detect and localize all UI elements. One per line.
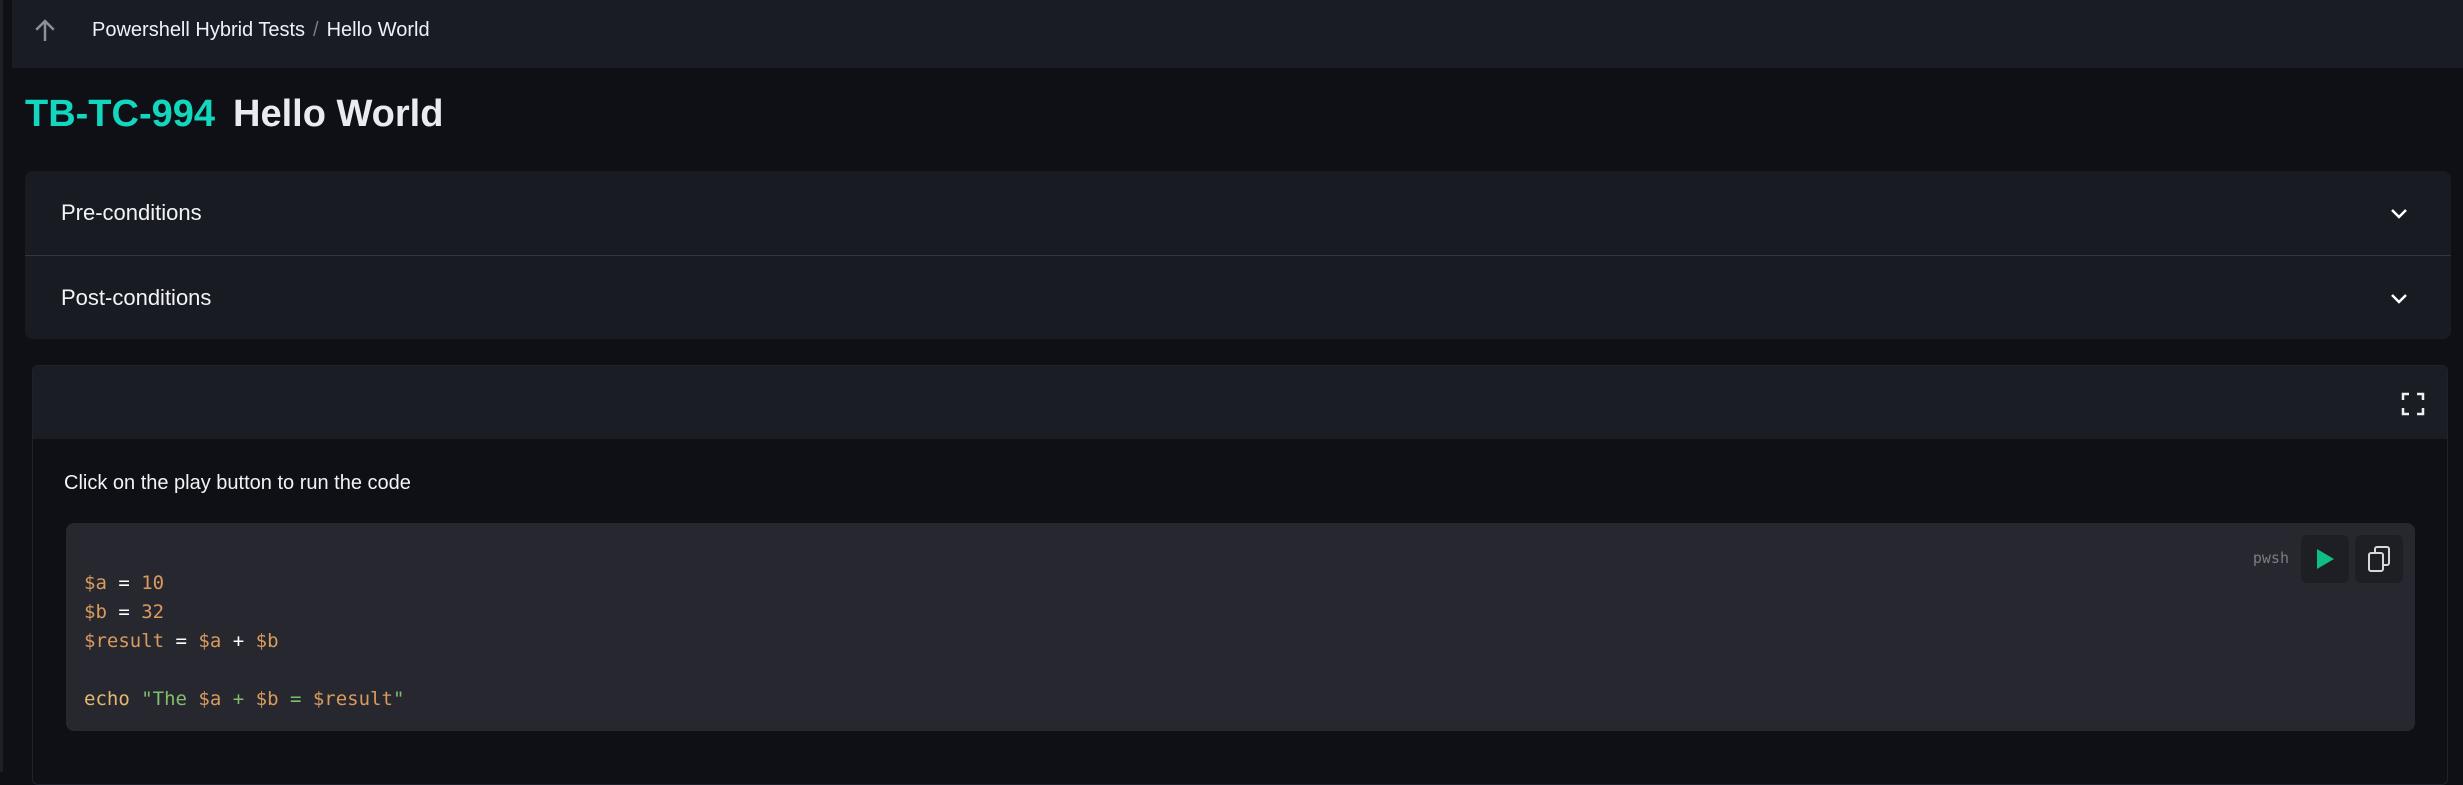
- test-case-id: TB-TC-994: [25, 93, 216, 135]
- top-bar: Powershell Hybrid Tests / Hello World: [12, 0, 2463, 68]
- left-border: [0, 0, 3, 772]
- run-hint: Click on the play button to run the code: [64, 472, 411, 494]
- breadcrumb-current: Hello World: [326, 19, 430, 41]
- chevron-down-icon: [2391, 294, 2407, 304]
- play-icon: [2317, 549, 2334, 569]
- accordion-pre-conditions[interactable]: Pre-conditions: [25, 171, 2451, 255]
- expand-icon[interactable]: [2401, 392, 2425, 416]
- code-content: $a = 10 $b = 32 $result = $a + $b echo "…: [84, 572, 405, 710]
- run-button[interactable]: [2301, 535, 2349, 583]
- copy-button[interactable]: [2355, 535, 2403, 583]
- breadcrumb: Powershell Hybrid Tests / Hello World: [92, 19, 430, 42]
- conditions-accordion: Pre-conditions Post-conditions: [25, 171, 2451, 339]
- language-label: pwsh: [2252, 549, 2289, 567]
- breadcrumb-parent[interactable]: Powershell Hybrid Tests: [92, 19, 305, 41]
- accordion-label: Post-conditions: [61, 284, 212, 310]
- chevron-down-icon: [2391, 209, 2407, 219]
- arrow-up-icon[interactable]: [30, 16, 60, 46]
- accordion-post-conditions[interactable]: Post-conditions: [25, 255, 2451, 339]
- code-block: $a = 10 $b = 32 $result = $a + $b echo "…: [66, 523, 2415, 731]
- breadcrumb-separator: /: [313, 19, 319, 41]
- code-panel: Click on the play button to run the code…: [32, 365, 2448, 785]
- panel-header: [33, 366, 2447, 439]
- accordion-label: Pre-conditions: [61, 200, 202, 225]
- page-title: TB-TC-994 Hello World: [25, 93, 443, 136]
- test-case-name: Hello World: [233, 93, 444, 135]
- copy-icon: [2368, 546, 2390, 572]
